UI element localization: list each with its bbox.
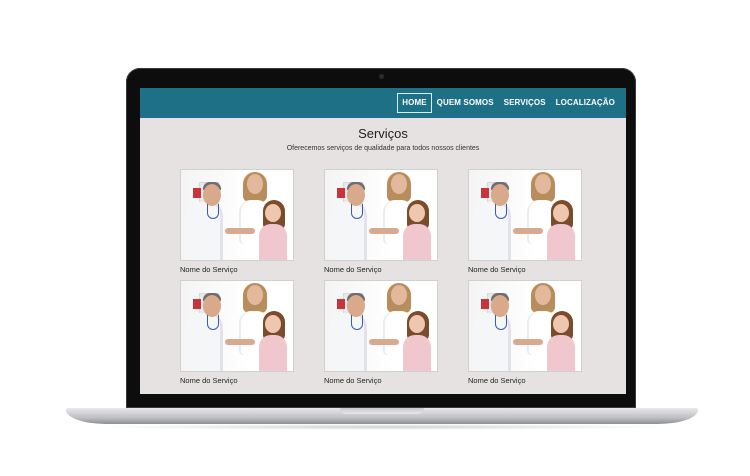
laptop-shadow xyxy=(90,424,676,430)
service-name[interactable]: Nome do Serviço xyxy=(180,265,294,274)
service-name[interactable]: Nome do Serviço xyxy=(468,376,582,385)
laptop-screen: HOME QUEM SOMOS SERVIÇOS LOCALIZAÇÃO Ser… xyxy=(140,88,626,394)
service-name[interactable]: Nome do Serviço xyxy=(468,265,582,274)
service-card[interactable]: Nome do Serviço xyxy=(324,280,438,385)
nav-item-servicos[interactable]: SERVIÇOS xyxy=(499,93,551,113)
service-card[interactable]: Nome do Serviço xyxy=(180,169,294,274)
camera-icon xyxy=(379,74,384,79)
nav-menu: HOME QUEM SOMOS SERVIÇOS LOCALIZAÇÃO xyxy=(397,93,620,113)
service-photo[interactable] xyxy=(180,169,294,261)
service-card[interactable]: Nome do Serviço xyxy=(324,169,438,274)
service-photo[interactable] xyxy=(468,280,582,372)
service-card[interactable]: Nome do Serviço xyxy=(468,169,582,274)
nav-item-quem-somos[interactable]: QUEM SOMOS xyxy=(432,93,499,113)
service-photo[interactable] xyxy=(324,280,438,372)
nav-item-home[interactable]: HOME xyxy=(397,93,432,113)
service-name[interactable]: Nome do Serviço xyxy=(180,376,294,385)
nav-item-localizacao[interactable]: LOCALIZAÇÃO xyxy=(551,93,620,113)
service-photo[interactable] xyxy=(324,169,438,261)
page-subtitle: Oferecemos serviços de qualidade para to… xyxy=(286,145,480,152)
service-card[interactable]: Nome do Serviço xyxy=(468,280,582,385)
top-navigation: HOME QUEM SOMOS SERVIÇOS LOCALIZAÇÃO xyxy=(140,88,626,118)
laptop-base-notch xyxy=(340,408,424,414)
service-name[interactable]: Nome do Serviço xyxy=(324,376,438,385)
service-name[interactable]: Nome do Serviço xyxy=(324,265,438,274)
service-photo[interactable] xyxy=(180,280,294,372)
page-title: Serviços xyxy=(358,126,408,141)
service-photo[interactable] xyxy=(468,169,582,261)
service-card[interactable]: Nome do Serviço xyxy=(180,280,294,385)
